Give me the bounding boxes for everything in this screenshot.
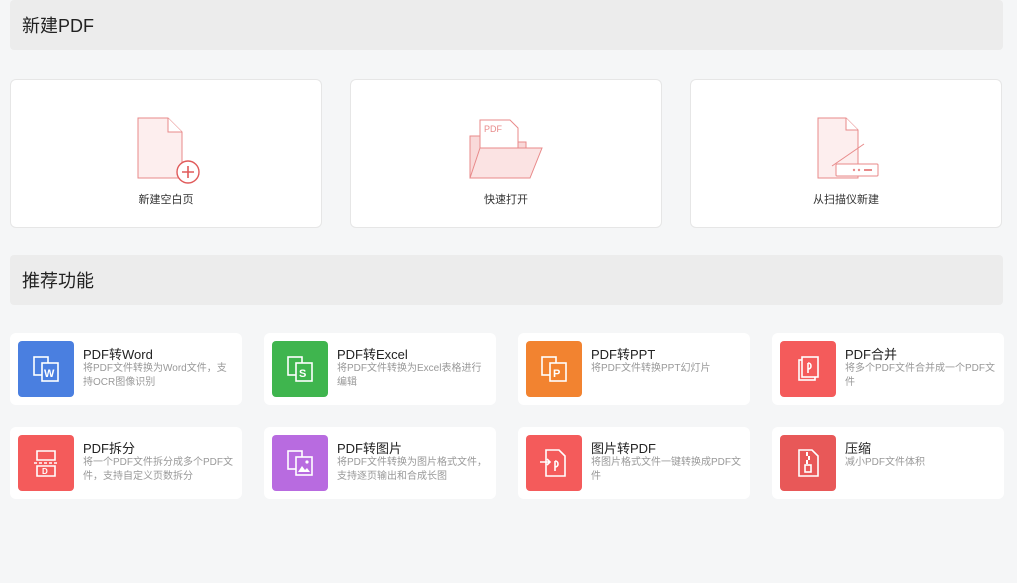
svg-text:D: D (42, 467, 48, 476)
section-header-recommended: 推荐功能 (10, 255, 1003, 305)
feature-title: 压缩 (845, 441, 872, 456)
card-label: 从扫描仪新建 (813, 194, 879, 206)
folder-open-pdf-icon: PDF (469, 119, 543, 179)
pdf-to-word-card[interactable]: W PDF转Word 将PDF文件转换为Word文件，支持OCR图像识别 (10, 333, 242, 405)
feature-description: 将PDF文件转换PPT幻灯片 (591, 363, 711, 374)
feature-description: 将多个PDF文件合并成一个PDF文件 (845, 363, 995, 388)
feature-title: PDF转Excel (337, 347, 408, 362)
pdf-merge-icon (780, 341, 836, 397)
feature-description: 将一个PDF文件拆分成多个PDF文件，支持自定义页数拆分 (83, 457, 233, 482)
from-scanner-card[interactable]: 从扫描仪新建 (690, 79, 1002, 228)
svg-text:P: P (553, 368, 560, 380)
pdf-to-image-card[interactable]: PDF转图片 将PDF文件转换为图片格式文件，支持逐页输出和合成长图 (264, 427, 496, 499)
image-to-pdf-card[interactable]: 图片转PDF 将图片格式文件一键转换成PDF文件 (518, 427, 750, 499)
feature-description: 将图片格式文件一键转换成PDF文件 (591, 457, 741, 482)
feature-description: 将PDF文件转换为Excel表格进行编辑 (337, 363, 482, 388)
feature-description: 将PDF文件转换为Word文件，支持OCR图像识别 (83, 363, 227, 388)
card-label: 新建空白页 (138, 194, 194, 206)
svg-text:S: S (299, 368, 306, 380)
folder-pdf-text: PDF (484, 124, 503, 134)
pdf-to-excel-card[interactable]: S PDF转Excel 将PDF文件转换为Excel表格进行编辑 (264, 333, 496, 405)
compress-card[interactable]: 压缩 减小PDF文件体积 (772, 427, 1004, 499)
section-header-new-pdf: 新建PDF (10, 0, 1003, 50)
pdf-to-image-icon (272, 435, 328, 491)
pdf-split-card[interactable]: D PDF拆分 将一个PDF文件拆分成多个PDF文件，支持自定义页数拆分 (10, 427, 242, 499)
svg-text:W: W (44, 368, 55, 380)
scanner-document-icon (817, 117, 879, 179)
image-to-pdf-icon (526, 435, 582, 491)
feature-description: 减小PDF文件体积 (845, 457, 925, 468)
new-blank-page-card[interactable]: 新建空白页 (10, 79, 322, 228)
feature-title: PDF转PPT (591, 347, 656, 362)
feature-title: PDF转Word (83, 347, 153, 362)
feature-description: 将PDF文件转换为图片格式文件，支持逐页输出和合成长图 (337, 457, 487, 482)
pdf-to-ppt-icon: P (526, 341, 582, 397)
pdf-to-word-icon: W (18, 341, 74, 397)
pdf-to-ppt-card[interactable]: P PDF转PPT 将PDF文件转换PPT幻灯片 (518, 333, 750, 405)
feature-title: PDF转图片 (337, 441, 403, 456)
pdf-merge-card[interactable]: PDF合并 将多个PDF文件合并成一个PDF文件 (772, 333, 1004, 405)
feature-title: PDF拆分 (83, 441, 136, 456)
section-title: 推荐功能 (22, 271, 94, 291)
card-label: 快速打开 (484, 194, 528, 206)
pdf-to-excel-icon: S (272, 341, 328, 397)
pdf-split-icon: D (18, 435, 74, 491)
blank-page-add-icon (137, 117, 200, 184)
feature-title: PDF合并 (845, 347, 898, 362)
feature-title: 图片转PDF (591, 441, 657, 456)
quick-open-card[interactable]: PDF 快速打开 (350, 79, 662, 228)
section-title: 新建PDF (22, 16, 94, 36)
compress-icon (780, 435, 836, 491)
